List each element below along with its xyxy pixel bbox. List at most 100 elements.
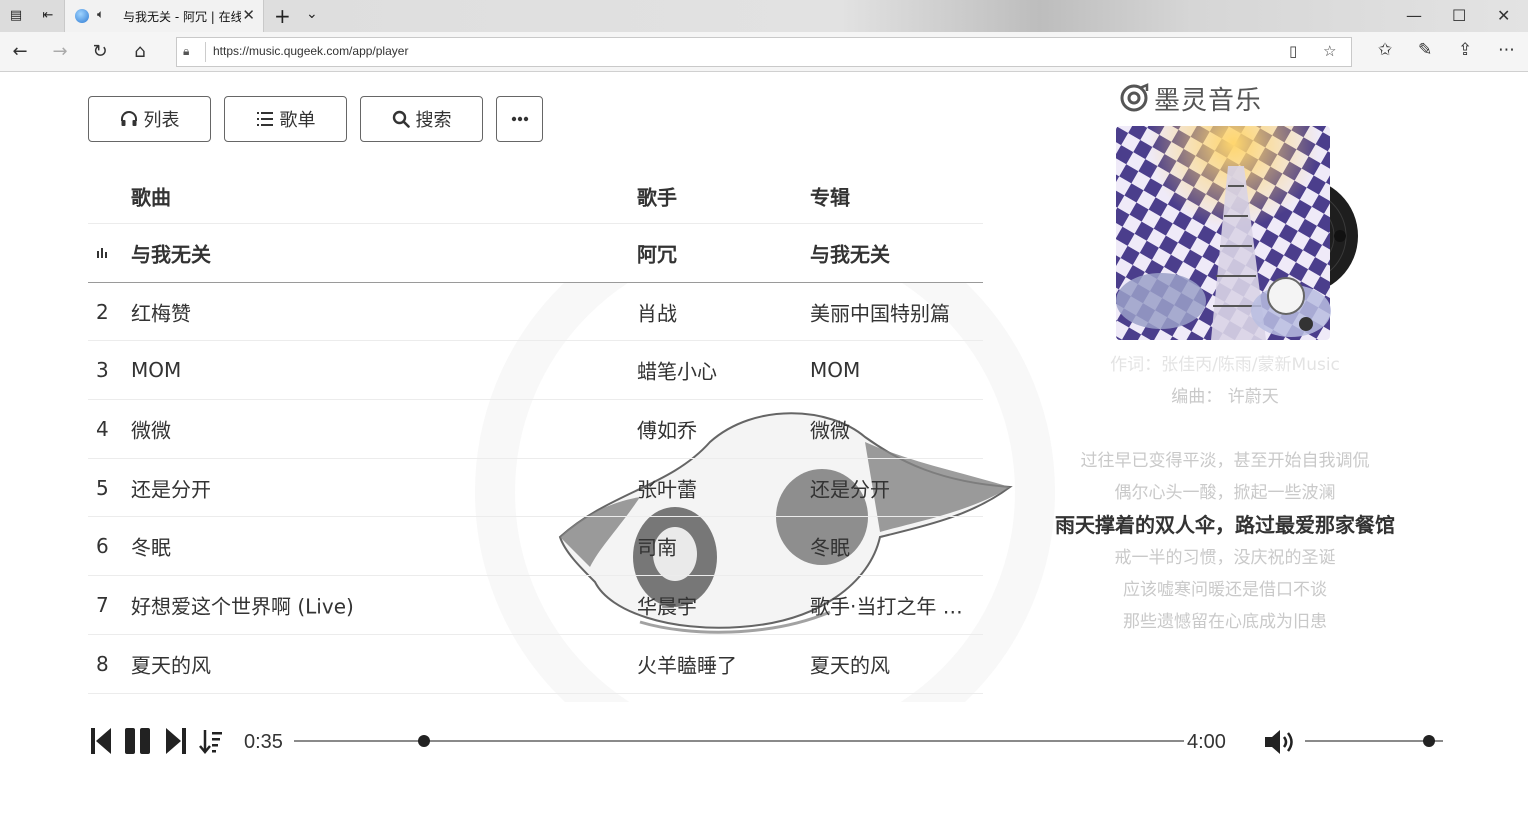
song-artist[interactable]: 火羊瞌睡了 [637, 649, 737, 678]
more-dots-icon [511, 116, 528, 122]
song-title[interactable]: 还是分开 [131, 473, 211, 502]
song-artist[interactable]: 肖战 [637, 297, 677, 326]
previous-track-icon[interactable] [90, 726, 112, 756]
song-album[interactable]: 与我无关 [810, 238, 890, 267]
tab-actions-icon[interactable]: ▤ [6, 6, 26, 26]
song-row[interactable]: 7 好想爱这个世界啊 (Live) 华晨宇 歌手·当打之年 第... [88, 576, 983, 635]
song-row[interactable]: 6 冬眠 司南 冬眠 [88, 517, 983, 577]
song-title[interactable]: 冬眠 [131, 532, 171, 561]
playlist-button-label: 歌单 [279, 110, 316, 130]
progress-bar[interactable] [294, 735, 1184, 747]
tab-title: 与我无关 - 阿冗 | 在线音乐播放器 [123, 10, 241, 24]
play-order-icon[interactable] [199, 726, 223, 756]
song-title[interactable]: 好想爱这个世界啊 (Live) [131, 590, 354, 619]
more-icon[interactable]: ⋯ [1498, 40, 1515, 60]
refresh-icon[interactable]: ↻ [88, 40, 112, 64]
song-title[interactable]: 与我无关 [131, 238, 211, 267]
song-list: 歌曲 歌手 专辑 与我无关 阿冗 与我无关 2 红梅赞 肖战 美丽中国特别篇 3… [88, 168, 983, 694]
app-logo: 墨灵音乐 [1120, 82, 1263, 116]
song-row[interactable]: 2 红梅赞 肖战 美丽中国特别篇 [88, 283, 983, 342]
song-album[interactable]: 还是分开 [810, 473, 890, 502]
tab-close-icon[interactable]: ✕ [242, 6, 255, 24]
song-number: 5 [96, 475, 109, 500]
song-row[interactable]: 4 微微 傅如乔 微微 [88, 400, 983, 459]
song-title[interactable]: 夏天的风 [131, 649, 211, 678]
forward-icon[interactable]: → [48, 40, 72, 64]
reading-view-icon[interactable]: ▯ [1289, 42, 1297, 60]
lock-icon[interactable]: 🔒︎ [183, 44, 189, 59]
url-divider [205, 42, 206, 62]
lyric-line: 那些遗憾留在心底成为旧患 [1123, 612, 1327, 632]
lyric-line: 作词：张佳丙/陈雨/蒙新Music [1110, 355, 1340, 375]
search-button[interactable]: 搜索 [360, 96, 483, 142]
lyric-line-current: 雨天撑着的双人伞，路过最爱那家餐馆 [1055, 513, 1395, 537]
song-number: 6 [96, 534, 109, 559]
song-title[interactable]: MOM [131, 358, 181, 382]
music-disc-logo-icon [1120, 83, 1149, 112]
next-track-icon[interactable] [165, 726, 187, 756]
chevron-down-icon[interactable]: ⌄ [306, 6, 318, 22]
song-row[interactable]: 3 MOM 蜡笔小心 MOM [88, 341, 983, 401]
more-button[interactable] [496, 96, 543, 142]
total-time: 4:00 [1187, 731, 1226, 753]
song-list-header: 歌曲 歌手 专辑 [88, 168, 983, 224]
lyric-line: 过往早已变得平淡，甚至开始自我调侃 [1080, 451, 1370, 471]
song-album[interactable]: 微微 [810, 414, 850, 443]
song-artist[interactable]: 华晨宇 [637, 590, 697, 619]
share-icon[interactable]: ⇪ [1458, 40, 1472, 60]
address-bar[interactable]: 🔒︎ https://music.qugeek.com/app/player ▯… [176, 37, 1352, 67]
back-icon[interactable]: ← [8, 40, 32, 64]
current-time: 0:35 [244, 731, 283, 753]
pen-icon[interactable]: ✎ [1418, 40, 1432, 60]
song-title[interactable]: 微微 [131, 414, 171, 443]
song-artist[interactable]: 蜡笔小心 [637, 356, 717, 385]
list-ordered-icon [256, 112, 273, 126]
lyric-line: 戒一半的习惯，没庆祝的圣诞 [1114, 548, 1336, 568]
volume-handle[interactable] [1423, 735, 1436, 747]
song-album[interactable]: 歌手·当打之年 第... [810, 590, 980, 619]
close-window-icon[interactable]: ✕ [1497, 6, 1510, 25]
song-artist[interactable]: 傅如乔 [637, 414, 697, 443]
volume-slider[interactable] [1305, 735, 1443, 747]
song-album[interactable]: 美丽中国特别篇 [810, 297, 950, 326]
volume-icon[interactable] [1264, 729, 1296, 755]
song-title[interactable]: 红梅赞 [131, 297, 191, 326]
url-text[interactable]: https://music.qugeek.com/app/player [213, 44, 408, 58]
favorites-icon[interactable]: ✩ [1378, 40, 1392, 60]
song-album[interactable]: 冬眠 [810, 532, 850, 561]
progress-handle[interactable] [417, 735, 430, 747]
song-number: 4 [96, 416, 109, 441]
album-cover[interactable] [1116, 126, 1362, 342]
list-button[interactable]: 列表 [88, 96, 211, 142]
song-number: 7 [96, 592, 109, 617]
song-artist[interactable]: 阿冗 [637, 238, 677, 267]
song-row[interactable]: 8 夏天的风 火羊瞌睡了 夏天的风 [88, 635, 983, 694]
home-icon[interactable]: ⌂ [128, 40, 152, 64]
song-album[interactable]: MOM [810, 358, 860, 382]
lyric-line: 应该嘘寒问暖还是借口不谈 [1123, 580, 1327, 600]
app-logo-text: 墨灵音乐 [1154, 85, 1263, 116]
header-artist: 歌手 [637, 185, 677, 209]
headphones-icon [120, 111, 137, 126]
song-row[interactable]: 5 还是分开 张叶蕾 还是分开 [88, 459, 983, 518]
set-aside-tabs-icon[interactable]: ⇤ [38, 6, 58, 26]
now-playing-icon [97, 247, 107, 258]
minimize-icon[interactable]: — [1406, 6, 1422, 25]
favorite-star-icon[interactable]: ☆ [1323, 42, 1336, 60]
browser-toolbar: ← → ↻ ⌂ 🔒︎ https://music.qugeek.com/app/… [0, 32, 1528, 72]
browser-titlebar: ▤ ⇤ 🔈︎ 与我无关 - 阿冗 | 在线音乐播放器 ✕ + ⌄ — ☐ ✕ [0, 0, 1528, 32]
song-artist[interactable]: 司南 [637, 532, 677, 561]
audio-playing-icon[interactable]: 🔈︎ [97, 7, 104, 22]
song-artist[interactable]: 张叶蕾 [637, 473, 697, 502]
new-tab-icon[interactable]: + [274, 4, 291, 28]
pause-icon[interactable] [124, 726, 152, 756]
song-album[interactable]: 夏天的风 [810, 649, 890, 678]
song-row-playing[interactable]: 与我无关 阿冗 与我无关 [88, 224, 983, 283]
song-number: 8 [96, 651, 109, 676]
song-number: 3 [96, 358, 109, 383]
browser-tab[interactable]: 🔈︎ 与我无关 - 阿冗 | 在线音乐播放器 ✕ [64, 0, 264, 32]
maximize-icon[interactable]: ☐ [1452, 6, 1466, 25]
playlist-button[interactable]: 歌单 [224, 96, 347, 142]
lyrics-panel: 作词：张佳丙/陈雨/蒙新Music 编曲： 许蔚天 过往早已变得平淡，甚至开始自… [1050, 350, 1400, 650]
globe-icon [75, 9, 89, 23]
